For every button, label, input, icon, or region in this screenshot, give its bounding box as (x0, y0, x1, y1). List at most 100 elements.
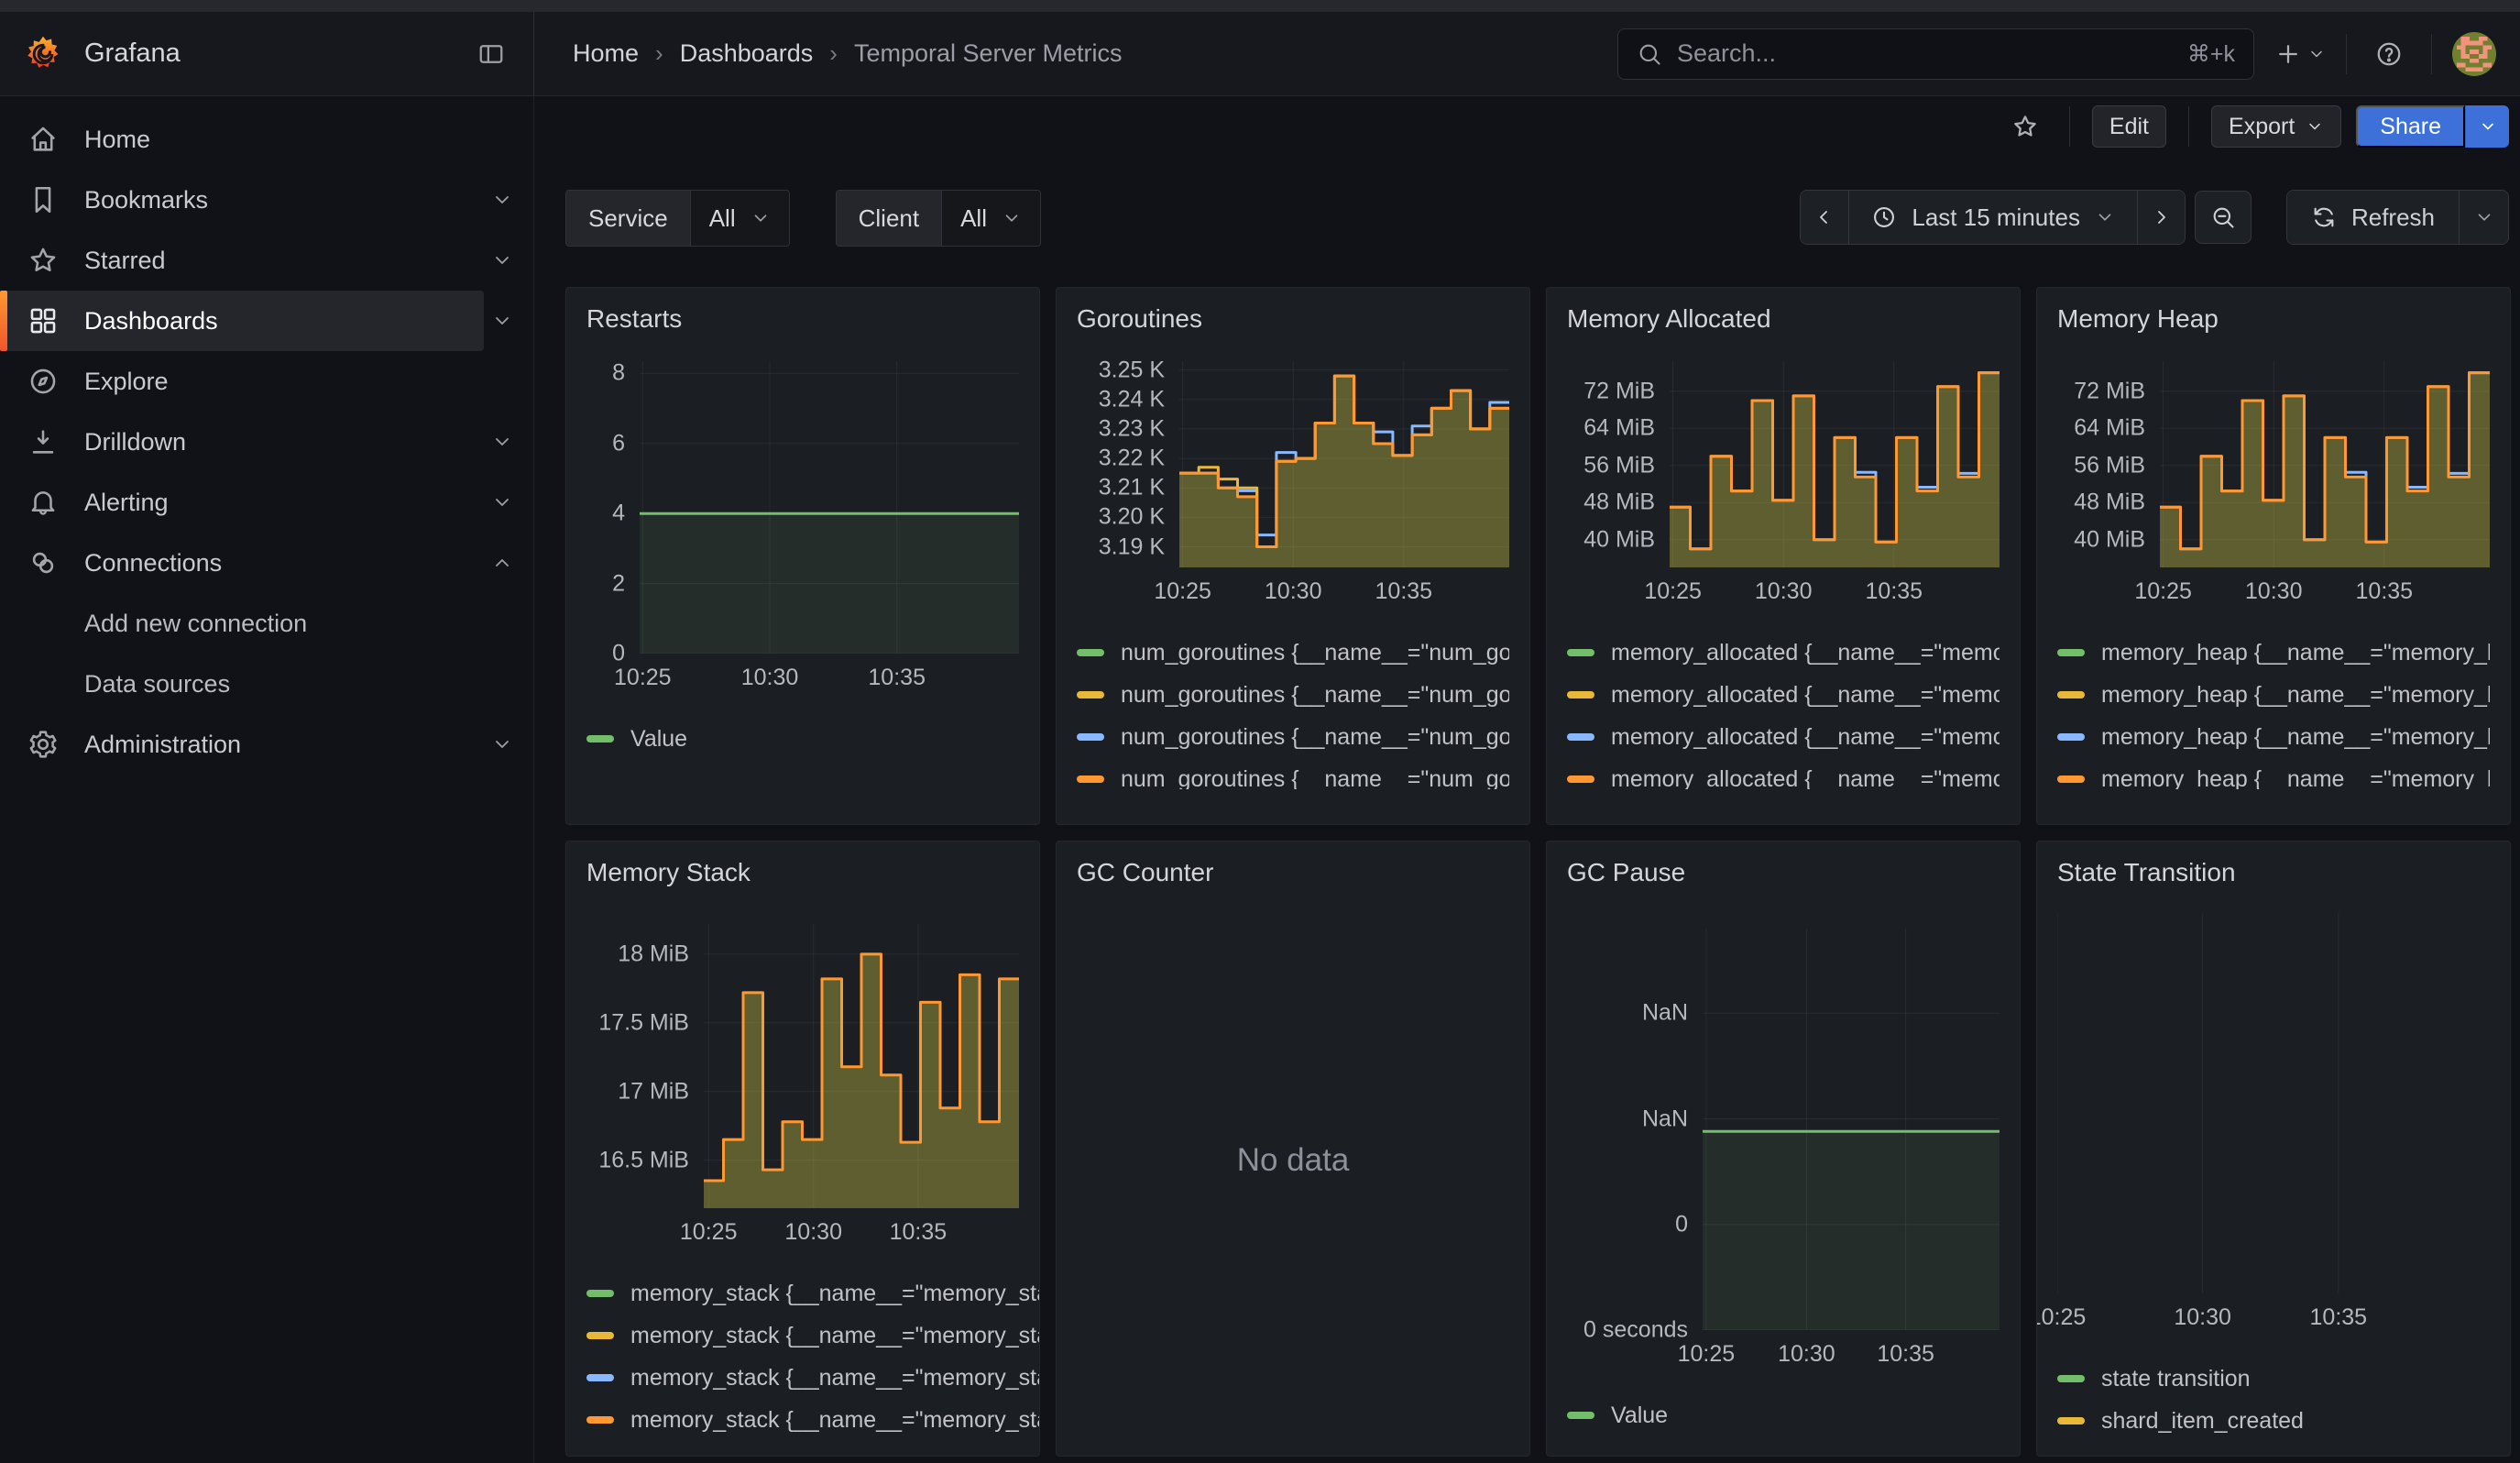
legend-item[interactable]: num_goroutines {__name__="num_goroutines… (1077, 632, 1509, 674)
chevron-down-icon[interactable] (484, 182, 520, 218)
breadcrumb-dashboards[interactable]: Dashboards (680, 39, 814, 68)
legend-item[interactable]: memory_heap {__name__="memory_heap" (2057, 674, 2490, 716)
legend-item[interactable]: memory_allocated {__name__="memory_alloc… (1567, 716, 2000, 758)
add-button[interactable] (2274, 40, 2326, 68)
panel-restarts: Restarts 8642010:2510:3010:35Value (565, 287, 1040, 825)
chevron-down-icon[interactable] (484, 424, 520, 460)
panel-title[interactable]: Goroutines (1077, 304, 1202, 334)
legend-item[interactable]: memory_allocated {__name__="memory_alloc… (1567, 632, 2000, 674)
sidebar-item-administration[interactable]: Administration (0, 714, 484, 775)
chart-gc-pause[interactable]: NaNNaN00 seconds10:2510:3010:35Value (1567, 929, 2000, 1436)
sidebar-item-add-new-connection[interactable]: Add new connection (0, 593, 520, 654)
legend-item[interactable]: num_goroutines {__name__="num_goroutines… (1077, 716, 1509, 758)
sidebar-item-drilldown[interactable]: Drilldown (0, 412, 484, 472)
panel-title[interactable]: GC Counter (1077, 858, 1213, 887)
panel-title[interactable]: Memory Heap (2057, 304, 2219, 334)
avatar[interactable] (2452, 32, 2496, 76)
y-axis: 86420 (586, 361, 640, 654)
plot-area[interactable] (2057, 913, 2490, 1293)
chart-memory-heap[interactable]: 72 MiB64 MiB56 MiB48 MiB40 MiB10:2510:30… (2057, 361, 2490, 789)
legend-item[interactable]: shard_item_created (2057, 1400, 2490, 1442)
legend-item[interactable]: memory_allocated {__name__="memory_alloc… (1567, 674, 2000, 716)
breadcrumb-home[interactable]: Home (573, 39, 639, 68)
legend-item[interactable]: num_goroutines {__name__="num_goroutines… (1077, 758, 1509, 789)
client-filter-value[interactable]: All (941, 191, 1040, 246)
breadcrumb-current-page: Temporal Server Metrics (854, 39, 1123, 68)
y-axis-tick: 3.20 K (1099, 504, 1165, 531)
panel-title[interactable]: Memory Stack (586, 858, 751, 887)
panel-title[interactable]: Restarts (586, 304, 682, 334)
plot-area[interactable] (704, 924, 1019, 1208)
plot-area[interactable] (1179, 361, 1509, 567)
legend-item[interactable]: memory_heap {__name__="memory_heap" (2057, 758, 2490, 789)
time-range-group: Last 15 minutes (1800, 190, 2186, 245)
legend-item[interactable]: Value (1567, 1394, 2000, 1436)
x-axis-tick: 10:30 (2174, 1304, 2231, 1331)
sidebar-item-bookmarks[interactable]: Bookmarks (0, 170, 484, 230)
legend-item[interactable]: state transition (2057, 1358, 2490, 1400)
sidebar-item-starred[interactable]: Starred (0, 230, 484, 291)
chart-memory-stack[interactable]: 18 MiB17.5 MiB17 MiB16.5 MiB10:2510:3010… (586, 924, 1019, 1441)
x-axis-tick: 10:30 (1755, 578, 1813, 605)
help-icon[interactable] (2367, 32, 2411, 76)
service-filter[interactable]: Service All (565, 190, 790, 247)
sidebar-item-explore[interactable]: Explore (0, 351, 520, 412)
sidebar-item-alerting[interactable]: Alerting (0, 472, 484, 533)
time-back-button[interactable] (1801, 191, 1848, 244)
plot-area[interactable] (2160, 361, 2490, 567)
sidebar-item-dashboards[interactable]: Dashboards (0, 291, 484, 351)
refresh-button[interactable]: Refresh (2287, 191, 2459, 244)
y-axis: 72 MiB64 MiB56 MiB48 MiB40 MiB (1567, 361, 1670, 567)
panel-title[interactable]: State Transition (2057, 858, 2236, 887)
zoom-out-button[interactable] (2195, 191, 2252, 244)
search-input[interactable]: Search... ⌘+k (1617, 28, 2254, 80)
share-button[interactable]: Share (2356, 105, 2465, 148)
share-dropdown-button[interactable] (2465, 105, 2509, 148)
search-placeholder: Search... (1677, 39, 1776, 68)
chevron-down-icon[interactable] (484, 242, 520, 279)
legend-item[interactable]: memory_stack {__name__="memory_stack" (586, 1314, 1019, 1357)
filter-row: Service All Client All (565, 190, 2509, 247)
breadcrumb-separator: › (829, 39, 838, 68)
sidebar-item-data-sources[interactable]: Data sources (0, 654, 520, 714)
legend-item[interactable]: num_goroutines {__name__="num_goroutines… (1077, 674, 1509, 716)
favorite-star-icon[interactable] (2003, 104, 2047, 148)
legend-item[interactable]: memory_stack {__name__="memory_stack" (586, 1272, 1019, 1314)
chevron-down-icon[interactable] (484, 726, 520, 763)
panel-title[interactable]: GC Pause (1567, 858, 1685, 887)
chart-memory-allocated[interactable]: 72 MiB64 MiB56 MiB48 MiB40 MiB10:2510:30… (1567, 361, 2000, 789)
legend-item[interactable]: memory_heap {__name__="memory_heap" (2057, 716, 2490, 758)
legend-item[interactable]: Value (586, 718, 1019, 760)
sidebar-toggle-icon[interactable] (473, 36, 509, 72)
chevron-down-icon[interactable] (484, 484, 520, 521)
x-axis: 10:2510:3010:35 (2057, 1299, 2490, 1337)
legend-item[interactable]: memory_stack {__name__="memory_stack" (586, 1357, 1019, 1399)
nav-row: Explore (0, 351, 533, 412)
time-forward-button[interactable] (2137, 191, 2185, 244)
refresh-interval-button[interactable] (2459, 191, 2508, 244)
plot-area[interactable] (1703, 929, 2000, 1330)
legend-item[interactable]: memory_allocated {__name__="memory_alloc… (1567, 758, 2000, 789)
x-axis-tick: 10:25 (1678, 1341, 1736, 1368)
plot-area[interactable] (1670, 361, 2000, 567)
legend-label: shard_item_created (2101, 1408, 2304, 1435)
chart-goroutines[interactable]: 3.25 K3.24 K3.23 K3.22 K3.21 K3.20 K3.19… (1077, 361, 1509, 789)
legend-item[interactable]: memory_stack {__name__="memory_stack" (586, 1399, 1019, 1441)
grafana-logo-icon[interactable] (24, 35, 62, 73)
chart-restarts[interactable]: 8642010:2510:3010:35Value (586, 361, 1019, 760)
nav-row: Dashboards (0, 291, 533, 351)
plot-area[interactable] (640, 361, 1019, 654)
panel-title[interactable]: Memory Allocated (1567, 304, 1771, 334)
time-range-picker[interactable]: Last 15 minutes (1848, 191, 2137, 244)
chevron-down-icon[interactable] (484, 302, 520, 339)
chart-state-transition[interactable]: 10:2510:3010:35 state transition shard_ite… (2057, 913, 2490, 1442)
legend-label: memory_heap {__name__="memory_heap" (2101, 682, 2490, 709)
edit-button[interactable]: Edit (2092, 105, 2166, 148)
service-filter-value[interactable]: All (690, 191, 789, 246)
client-filter[interactable]: Client All (836, 190, 1041, 247)
chevron-up-icon[interactable] (484, 544, 520, 581)
export-button[interactable]: Export (2211, 105, 2341, 148)
sidebar-item-home[interactable]: Home (0, 109, 520, 170)
legend-item[interactable]: memory_heap {__name__="memory_heap" (2057, 632, 2490, 674)
sidebar-item-connections[interactable]: Connections (0, 533, 484, 593)
